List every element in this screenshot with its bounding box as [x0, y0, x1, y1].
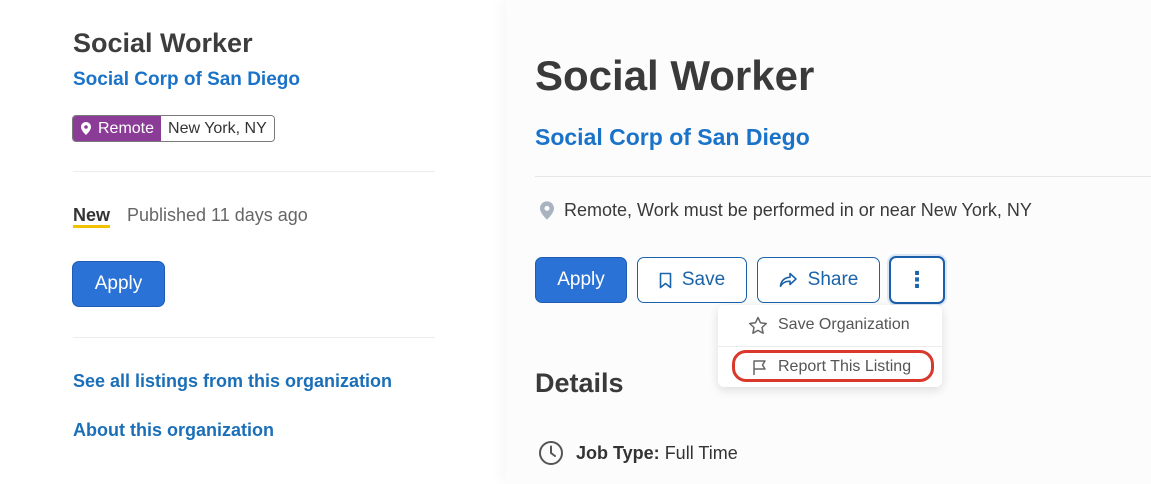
page-title: Social Worker: [535, 52, 815, 99]
location-text: Remote, Work must be performed in or nea…: [564, 200, 1032, 220]
listing-detail-panel: Social Worker Social Corp of San Diego R…: [506, 0, 1151, 484]
new-badge: New: [73, 205, 111, 228]
clock-icon: [539, 441, 563, 465]
location-line: Remote, Work must be performed in or nea…: [540, 200, 1032, 221]
divider: [73, 171, 435, 172]
save-button[interactable]: Save: [637, 257, 747, 303]
location-badge: Remote New York, NY: [72, 115, 275, 142]
more-vertical-icon: ⋮: [906, 267, 928, 292]
apply-label: Apply: [557, 269, 605, 290]
job-type-row: Job Type: Full Time: [538, 440, 738, 466]
save-label: Save: [681, 269, 726, 290]
details-heading: Details: [535, 368, 624, 398]
city-label: New York, NY: [161, 116, 274, 141]
org-link[interactable]: Social Corp of San Diego: [535, 124, 810, 151]
published-date: Published 11 days ago: [127, 205, 308, 225]
highlight-annotation: [732, 350, 934, 382]
menu-item-save-organization[interactable]: Save Organization: [718, 305, 942, 345]
sidebar-job-title: Social Worker: [73, 28, 253, 58]
remote-badge: Remote: [73, 116, 162, 141]
share-label: Share: [807, 269, 859, 290]
share-button[interactable]: Share: [757, 257, 880, 303]
about-organization-link[interactable]: About this organization: [73, 420, 274, 441]
location-pin-icon: [540, 201, 554, 220]
sidebar-apply-button[interactable]: Apply: [72, 261, 165, 307]
star-icon: [748, 316, 768, 334]
location-pin-icon: [81, 122, 91, 135]
listing-sidebar: Social Worker Social Corp of San Diego R…: [0, 0, 500, 484]
job-type-value: Full Time: [664, 442, 738, 463]
bookmark-icon: [659, 272, 672, 288]
sidebar-org-link[interactable]: Social Corp of San Diego: [73, 69, 300, 91]
share-arrow-icon: [779, 272, 797, 287]
more-options-button[interactable]: ⋮: [889, 256, 945, 304]
divider: [535, 176, 1151, 177]
remote-label: Remote: [98, 119, 155, 137]
divider: [73, 337, 435, 338]
menu-item-label: Save Organization: [778, 316, 910, 333]
see-all-listings-link[interactable]: See all listings from this organization: [73, 371, 392, 392]
apply-button[interactable]: Apply: [535, 257, 627, 303]
job-type-label: Job Type:: [576, 442, 660, 463]
more-options-menu: Save Organization Report This Listing: [718, 305, 942, 387]
